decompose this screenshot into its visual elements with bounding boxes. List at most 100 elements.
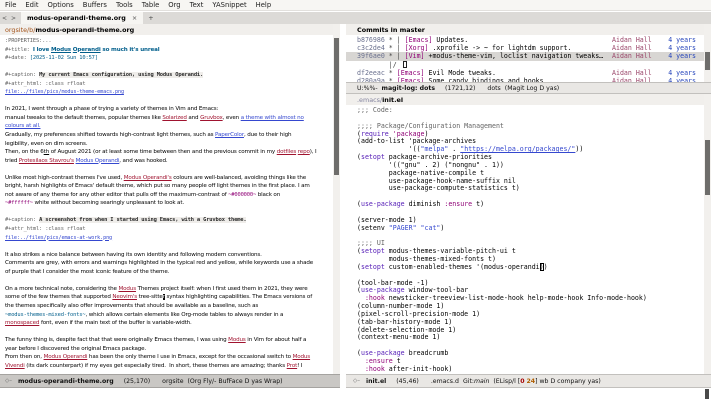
text-segment: in Vim for about half a (245, 337, 307, 344)
text-segment: On a more technical note, considering th… (5, 285, 119, 292)
modeline-vcs[interactable]: Git: (463, 378, 474, 385)
link[interactable]: Modus Operandi (76, 158, 120, 164)
menu-yasnippet[interactable]: YASnippet (212, 1, 246, 9)
text-segment: Unlike most high-contrast themes I've us… (5, 174, 124, 181)
modeline-buffer-name: magit-log: dots (381, 84, 435, 92)
text-segment: tree-sitte (136, 294, 163, 301)
new-tab-button[interactable]: + (148, 14, 153, 22)
text-segment: (tool-bar-mode -1) (357, 278, 429, 287)
init-scrollbar-thumb[interactable] (705, 140, 710, 195)
text-segment: "cat" (420, 223, 441, 232)
commit-graph: * (384, 68, 397, 77)
text-line: #+caption: A screenshot from when I star… (5, 216, 333, 225)
magit-modeline: U:%%- magit-log: dots (1721,12) dots (Ma… (346, 82, 711, 94)
text-segment: #+caption: (5, 217, 40, 224)
link[interactable]: a theme with almost no (241, 115, 304, 121)
menu-file[interactable]: File (5, 1, 16, 9)
text-segment: t (392, 357, 401, 365)
link[interactable]: Modus (51, 47, 71, 53)
modeline-mode-list[interactable]: (Magit Log D yas) (505, 85, 559, 92)
menu-edit[interactable]: Edit (25, 1, 38, 9)
org-buffer[interactable]: :PROPERTIES:... #+title: I love Modus Ope… (0, 35, 333, 374)
echo-area[interactable] (0, 388, 711, 400)
text-line: (setopt custom-enabled-themes '(modus-op… (357, 262, 704, 272)
text-segment: #+date: (5, 55, 30, 62)
breadcrumb-file[interactable]: init.el (382, 96, 403, 104)
text-segment: ) (424, 129, 429, 138)
link[interactable]: Modus (118, 286, 136, 292)
commit-author: Aidan Hall (612, 44, 652, 53)
tab-close-icon[interactable]: × (132, 14, 137, 22)
link[interactable]: Modus (228, 337, 246, 343)
link[interactable]: dotfiles (277, 149, 297, 155)
text-segment: In 2021, I went through a phase of tryin… (5, 106, 219, 113)
tab-back-icon[interactable]: < (0, 15, 9, 22)
tab-forward-icon[interactable]: > (9, 15, 18, 22)
text-line: tried Protesilaos Stavrou's Modus Operan… (5, 157, 333, 166)
link[interactable]: colours at all. (5, 123, 41, 129)
tab-modus-operandi-theme[interactable]: modus-operandi-theme.org × (21, 12, 144, 24)
text-segment: (delete-selection-mode 1) (357, 325, 457, 334)
modeline-project: orgsite (162, 377, 184, 385)
text-line: :hook after-init-hook) (357, 365, 704, 374)
commit-row[interactable]: b876986 * | [Emacs] Updates. Aidan Hall 4 … (346, 36, 704, 44)
link[interactable]: Operandi (73, 47, 101, 53)
org-scrollbar-thumb[interactable] (334, 38, 339, 175)
emacs-frame: File Edit Options Buffers Tools Table Or… (0, 0, 711, 400)
link[interactable]: Vivendi (5, 363, 25, 369)
text-segment: window-tool-bar (404, 286, 469, 295)
text-line: #+caption: My current Emacs configuratio… (5, 71, 333, 80)
init-el-buffer[interactable]: ;;; Code: ;;;; Package/Configuration Mana… (346, 105, 704, 374)
magit-header-title: Commits in master (357, 25, 425, 34)
menu-buffers[interactable]: Buffers (83, 1, 107, 9)
commit-row[interactable]: |/ (346, 61, 704, 69)
init-scrollbar[interactable] (704, 94, 711, 374)
text-line (5, 165, 333, 174)
link[interactable]: Protesilaos Stavrou's (19, 158, 74, 164)
breadcrumb-dir[interactable]: orgsite/b/ (5, 26, 35, 34)
minibuffer-scrollbar-thumb[interactable] (705, 389, 709, 399)
link[interactable]: PaperColor (215, 132, 244, 138)
text-segment: syntax highlighting capabilities. The Em… (164, 294, 313, 301)
commit-row[interactable]: c3c2de4 * | [Xorg] .xprofile -> ~ for li… (346, 44, 704, 52)
link[interactable]: monospaced (5, 320, 39, 326)
menu-org[interactable]: Org (168, 1, 180, 9)
magit-scrollbar-thumb[interactable] (705, 52, 710, 70)
menu-tools[interactable]: Tools (116, 1, 133, 9)
text-segment: use-package (360, 200, 405, 209)
menu-text[interactable]: Text (190, 1, 204, 9)
commit-row[interactable]: 39f6ae0 * | [Vim] +modus-theme-vim, locl… (346, 52, 704, 61)
text-segment: modus-themes-variable-pitch-ui t (384, 247, 516, 256)
modeline-branch[interactable]: main (474, 378, 489, 385)
link[interactable]: Neovim's (112, 294, 137, 300)
menu-help[interactable]: Help (256, 1, 272, 9)
text-segment: (context-menu-mode 1) (357, 333, 441, 342)
modeline-mode-list[interactable]: (Org Fly/- BufFace D yas Wrap) (188, 378, 283, 385)
link[interactable]: file:../files/pics/emacs-at-work.png (5, 235, 112, 241)
magit-log-buffer[interactable]: b876986 * | [Emacs] Updates. Aidan Hall 4 … (346, 35, 704, 82)
breadcrumb-dir[interactable]: .emacs/ (357, 96, 382, 104)
breadcrumb-file[interactable]: modus-operandi-theme.org (35, 26, 134, 34)
text-segment: , even (222, 114, 241, 121)
text-line (5, 63, 333, 72)
link[interactable]: Modus Operandi's (124, 175, 172, 181)
link[interactable]: "https://melpa.org/packages/" (460, 145, 575, 153)
text-segment: bright, harsh highlights of Emacs' defau… (5, 183, 310, 190)
text-segment: ) (543, 262, 548, 271)
menu-table[interactable]: Table (142, 1, 160, 9)
link[interactable]: repo (298, 149, 310, 155)
link[interactable]: Prot (287, 363, 298, 369)
flymake-warning-count[interactable]: 24 (526, 378, 535, 385)
link[interactable]: Solarized (162, 115, 187, 121)
menu-options[interactable]: Options (48, 1, 74, 9)
init-breadcrumb-header: .emacs/init.el (346, 94, 711, 105)
text-segment: custom-enabled-themes '(modus-operandi (384, 262, 540, 271)
link[interactable]: Modus (293, 354, 311, 360)
text-segment: It also strikes a nice balance between h… (5, 251, 262, 258)
link[interactable]: Gruvbox (200, 115, 223, 121)
text-segment: The funny thing is, despite fact that th… (5, 337, 229, 344)
link[interactable]: file:../files/pics/modus-theme-emacs.png (5, 89, 124, 95)
text-line: of purple that I consider the most iconi… (5, 268, 333, 277)
link[interactable]: Modus Operandi (44, 354, 88, 360)
commit-row[interactable]: df2eeac * [Emacs] Evil Mode tweaks. Aidan… (346, 69, 704, 77)
